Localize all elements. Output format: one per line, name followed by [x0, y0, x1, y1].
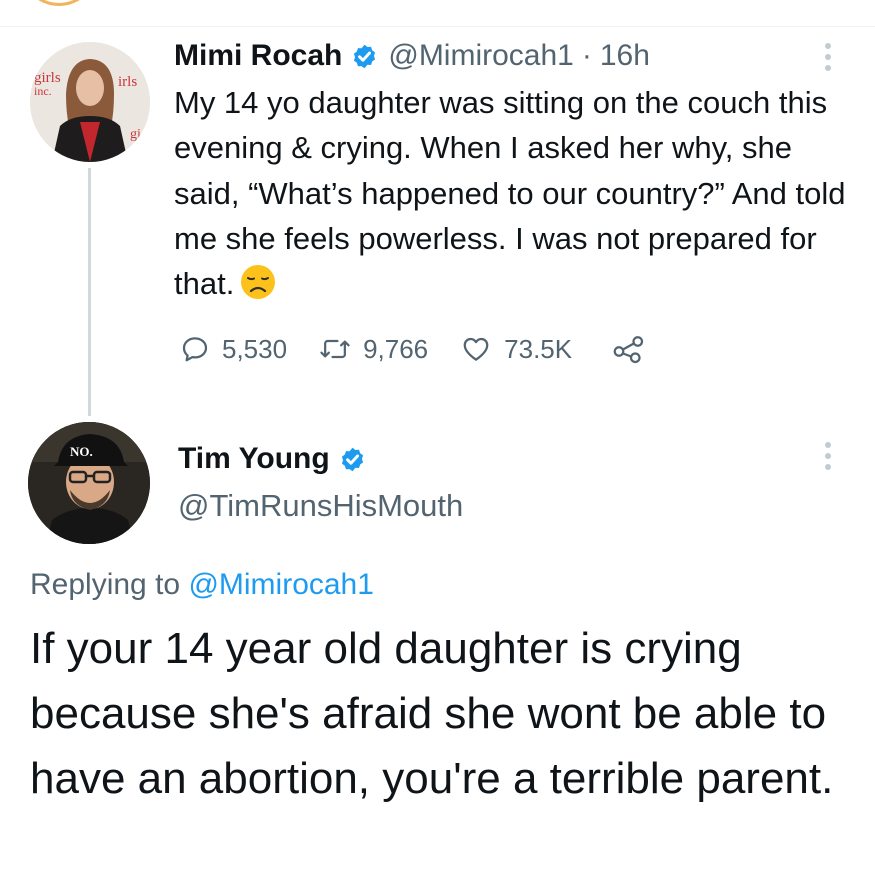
avatar-hat-text: NO.: [70, 444, 93, 459]
tweet2-text: If your 14 year old daughter is crying b…: [30, 624, 834, 803]
tweet1-separator: ·: [581, 39, 592, 72]
more-options-icon[interactable]: [822, 43, 834, 71]
verified-badge-icon: [341, 447, 363, 471]
reply-count: 5,530: [222, 333, 288, 364]
replying-to-mention-link[interactable]: @Mimirocah1: [188, 568, 374, 601]
avatar-tim-image: NO.: [28, 422, 150, 544]
tweet1-header: Mimi Rocah @Mimirocah1 · 16h: [174, 38, 650, 74]
retweet-count: 9,766: [363, 333, 429, 364]
tweet2-header: Tim Young: [178, 440, 366, 478]
disappointed-face-icon: [241, 265, 276, 300]
avatar-backdrop-text-right2: gi: [130, 127, 141, 142]
like-count: 73.5K: [504, 333, 573, 364]
reply-button[interactable]: 5,530: [180, 334, 287, 365]
retweet-icon: [320, 339, 350, 359]
avatar-tim-young[interactable]: NO.: [28, 422, 150, 544]
partial-logo: [20, 0, 98, 6]
thread-connector-line: [88, 168, 91, 416]
replying-to-line: Replying to @Mimirocah1: [30, 568, 374, 602]
share-icon[interactable]: [612, 334, 646, 364]
tweet1-timestamp[interactable]: 16h: [600, 39, 650, 73]
verified-badge-icon: [354, 44, 376, 68]
like-button[interactable]: 73.5K: [460, 334, 572, 365]
tweet1-action-bar: 5,530 9,766 73.5K: [180, 330, 646, 368]
avatar-mimi-image: girls inc. irls gi: [30, 42, 150, 162]
top-divider: [0, 26, 875, 27]
tweet1-handle[interactable]: @Mimirocah1: [388, 39, 574, 73]
replying-to-prefix: Replying to: [30, 568, 181, 601]
more-options-icon[interactable]: [822, 442, 834, 470]
tweet1-text-block: My 14 yo daughter was sitting on the cou…: [174, 80, 864, 306]
heart-icon: [463, 337, 489, 361]
avatar-backdrop-text-left2: inc.: [34, 84, 52, 98]
retweet-button[interactable]: 9,766: [319, 334, 428, 365]
reply-bubble-icon: [182, 337, 208, 362]
avatar-mimi-rocah[interactable]: girls inc. irls gi: [30, 42, 150, 162]
avatar-backdrop-text-right: irls: [118, 74, 137, 90]
tweet2-handle[interactable]: @TimRunsHisMouth: [178, 488, 463, 524]
tweet1-display-name[interactable]: Mimi Rocah: [174, 39, 342, 73]
tweet2-display-name[interactable]: Tim Young: [178, 442, 330, 476]
